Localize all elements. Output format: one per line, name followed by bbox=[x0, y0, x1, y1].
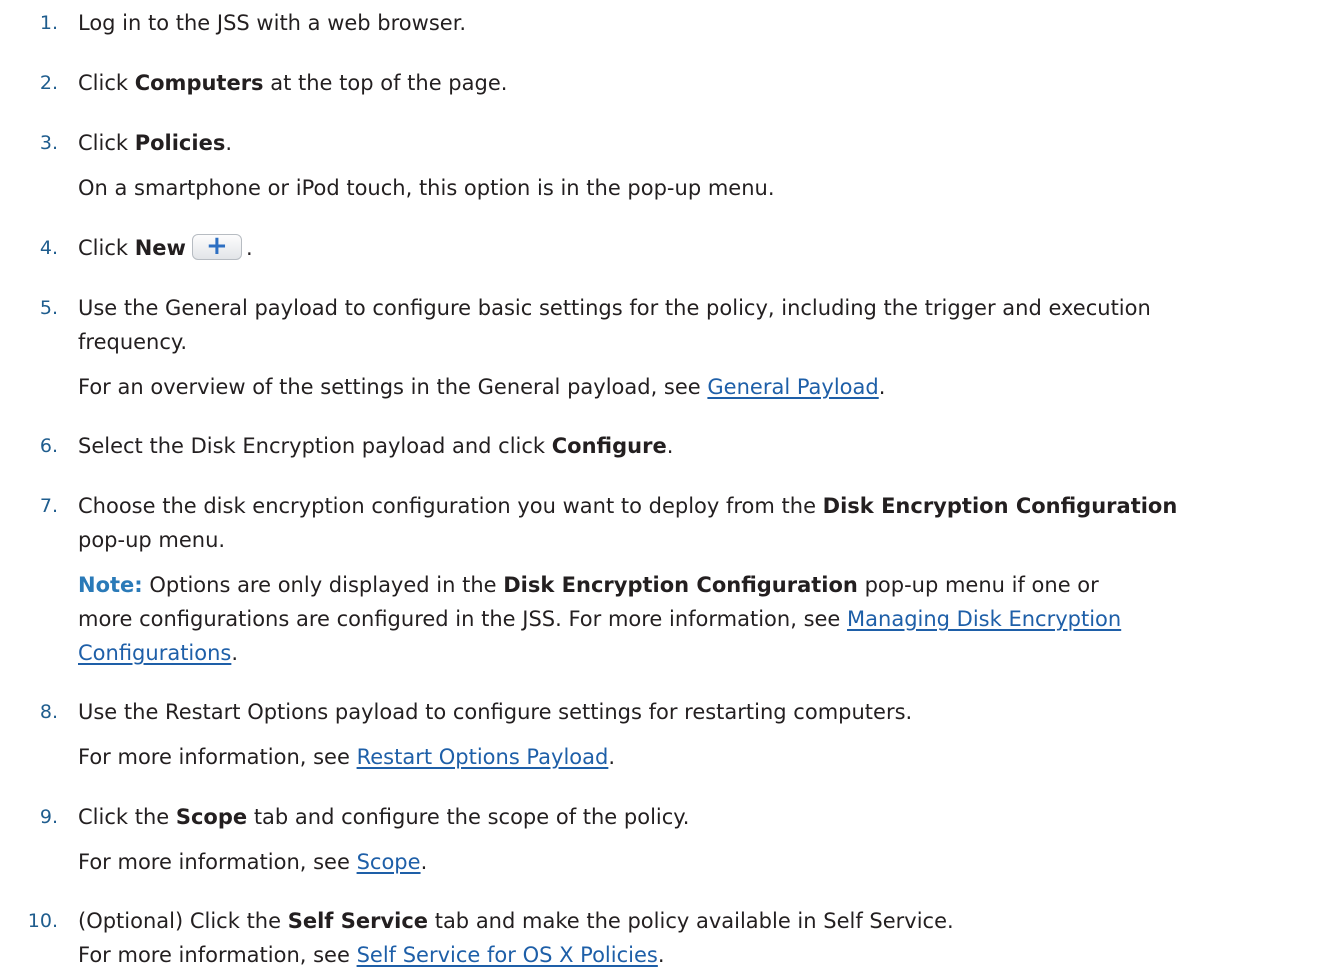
text-run: For more information, see bbox=[78, 850, 357, 874]
text-run: (Optional) Click the bbox=[78, 909, 288, 933]
text-run: For more information, see bbox=[78, 943, 357, 967]
step-number: 3. bbox=[39, 132, 58, 154]
step-text-line: frequency. bbox=[78, 327, 187, 357]
step-number: 1. bbox=[39, 12, 58, 34]
step-number: 5. bbox=[39, 297, 58, 319]
step-number: 9. bbox=[39, 806, 58, 828]
doc-link[interactable]: Configurations bbox=[78, 641, 231, 665]
step-text-line: more configurations are configured in th… bbox=[78, 604, 1121, 634]
text-run: frequency. bbox=[78, 330, 188, 354]
doc-link[interactable]: Managing Disk Encryption bbox=[847, 607, 1121, 631]
text-run: . bbox=[878, 375, 886, 399]
note-label: Note: bbox=[78, 573, 143, 597]
step-text-line: For more information, see Self Service f… bbox=[78, 940, 665, 970]
doc-link[interactable]: General Payload bbox=[707, 375, 878, 399]
text-run: Use the General payload to configure bas… bbox=[78, 296, 1151, 320]
step-text-line: pop-up menu. bbox=[78, 525, 225, 555]
text-run: Use the Restart Options payload to confi… bbox=[78, 700, 913, 724]
text-run: For an overview of the settings in the G… bbox=[78, 375, 708, 399]
step-text-line: On a smartphone or iPod touch, this opti… bbox=[78, 173, 775, 203]
ui-term: Disk Encryption Configuration bbox=[503, 573, 858, 597]
text-run: On a smartphone or iPod touch, this opti… bbox=[78, 176, 775, 200]
text-run: Options are only displayed in the bbox=[142, 573, 504, 597]
step-text-line: Choose the disk encryption configuration… bbox=[78, 491, 1177, 521]
text-run: Click the bbox=[78, 805, 176, 829]
ui-term: Scope bbox=[175, 805, 248, 829]
text-run: tab and configure the scope of the polic… bbox=[247, 805, 690, 829]
step-text-line: Use the General payload to configure bas… bbox=[78, 293, 1151, 323]
ui-term: Self Service bbox=[287, 909, 429, 933]
text-run: pop-up menu if one or bbox=[857, 573, 1099, 597]
new-button: + bbox=[191, 231, 242, 261]
ui-term: Computers bbox=[134, 71, 264, 95]
step-text-line: Click Policies. bbox=[78, 128, 232, 158]
step-text-line: Click Computers at the top of the page. bbox=[78, 68, 507, 98]
text-run: . bbox=[608, 745, 616, 769]
text-run: Click bbox=[78, 71, 135, 95]
step-number: 4. bbox=[39, 237, 58, 259]
text-run: Select the Disk Encryption payload and c… bbox=[78, 434, 552, 458]
text-run: For more information, see bbox=[78, 745, 357, 769]
step-text-line: For an overview of the settings in the G… bbox=[78, 372, 885, 402]
step-text-line: For more information, see Restart Option… bbox=[78, 742, 615, 772]
doc-link[interactable]: Scope bbox=[357, 850, 421, 874]
step-text-line: Select the Disk Encryption payload and c… bbox=[78, 431, 673, 461]
text-run: . bbox=[231, 641, 239, 665]
text-run: at the top of the page. bbox=[263, 71, 508, 95]
doc-link[interactable]: Restart Options Payload bbox=[357, 745, 609, 769]
step-text-line: Log in to the JSS with a web browser. bbox=[78, 8, 466, 38]
text-run: . bbox=[666, 434, 674, 458]
step-text-line: Click the Scope tab and configure the sc… bbox=[78, 802, 689, 832]
step-text-line: Click New +. bbox=[78, 231, 253, 264]
text-run: . bbox=[657, 943, 665, 967]
step-number: 7. bbox=[39, 495, 58, 517]
text-run: pop-up menu. bbox=[78, 528, 226, 552]
step-number: 2. bbox=[39, 72, 58, 94]
doc-link[interactable]: Self Service for OS X Policies bbox=[357, 943, 658, 967]
ui-term: Policies bbox=[134, 131, 226, 155]
text-run: Log in to the JSS with a web browser. bbox=[78, 11, 467, 35]
instruction-document: 1. Log in to the JSS with a web browser. 2… bbox=[0, 0, 1340, 975]
step-number: 8. bbox=[39, 701, 58, 723]
text-run: . bbox=[420, 850, 428, 874]
step-text-line: (Optional) Click the Self Service tab an… bbox=[78, 906, 954, 936]
plus-icon: + bbox=[206, 231, 228, 261]
step-text-line: Note: Options are only displayed in the … bbox=[78, 570, 1099, 600]
step-number: 6. bbox=[39, 435, 58, 457]
step-text-line: Use the Restart Options payload to confi… bbox=[78, 697, 912, 727]
step-number: 10. bbox=[27, 910, 58, 932]
text-run: tab and make the policy available in Sel… bbox=[428, 909, 954, 933]
text-run: more configurations are configured in th… bbox=[78, 607, 848, 631]
step-text-line: For more information, see Scope. bbox=[78, 847, 427, 877]
ui-term: Disk Encryption Configuration bbox=[822, 494, 1178, 518]
ui-term: New bbox=[134, 236, 186, 260]
step-text-line: Configurations. bbox=[78, 638, 238, 668]
text-run: . bbox=[245, 236, 253, 260]
text-run: . bbox=[225, 131, 233, 155]
text-run: Choose the disk encryption configuration… bbox=[78, 494, 823, 518]
text-run: Click bbox=[78, 131, 135, 155]
text-run: Click bbox=[78, 236, 135, 260]
ui-term: Configure bbox=[551, 434, 667, 458]
